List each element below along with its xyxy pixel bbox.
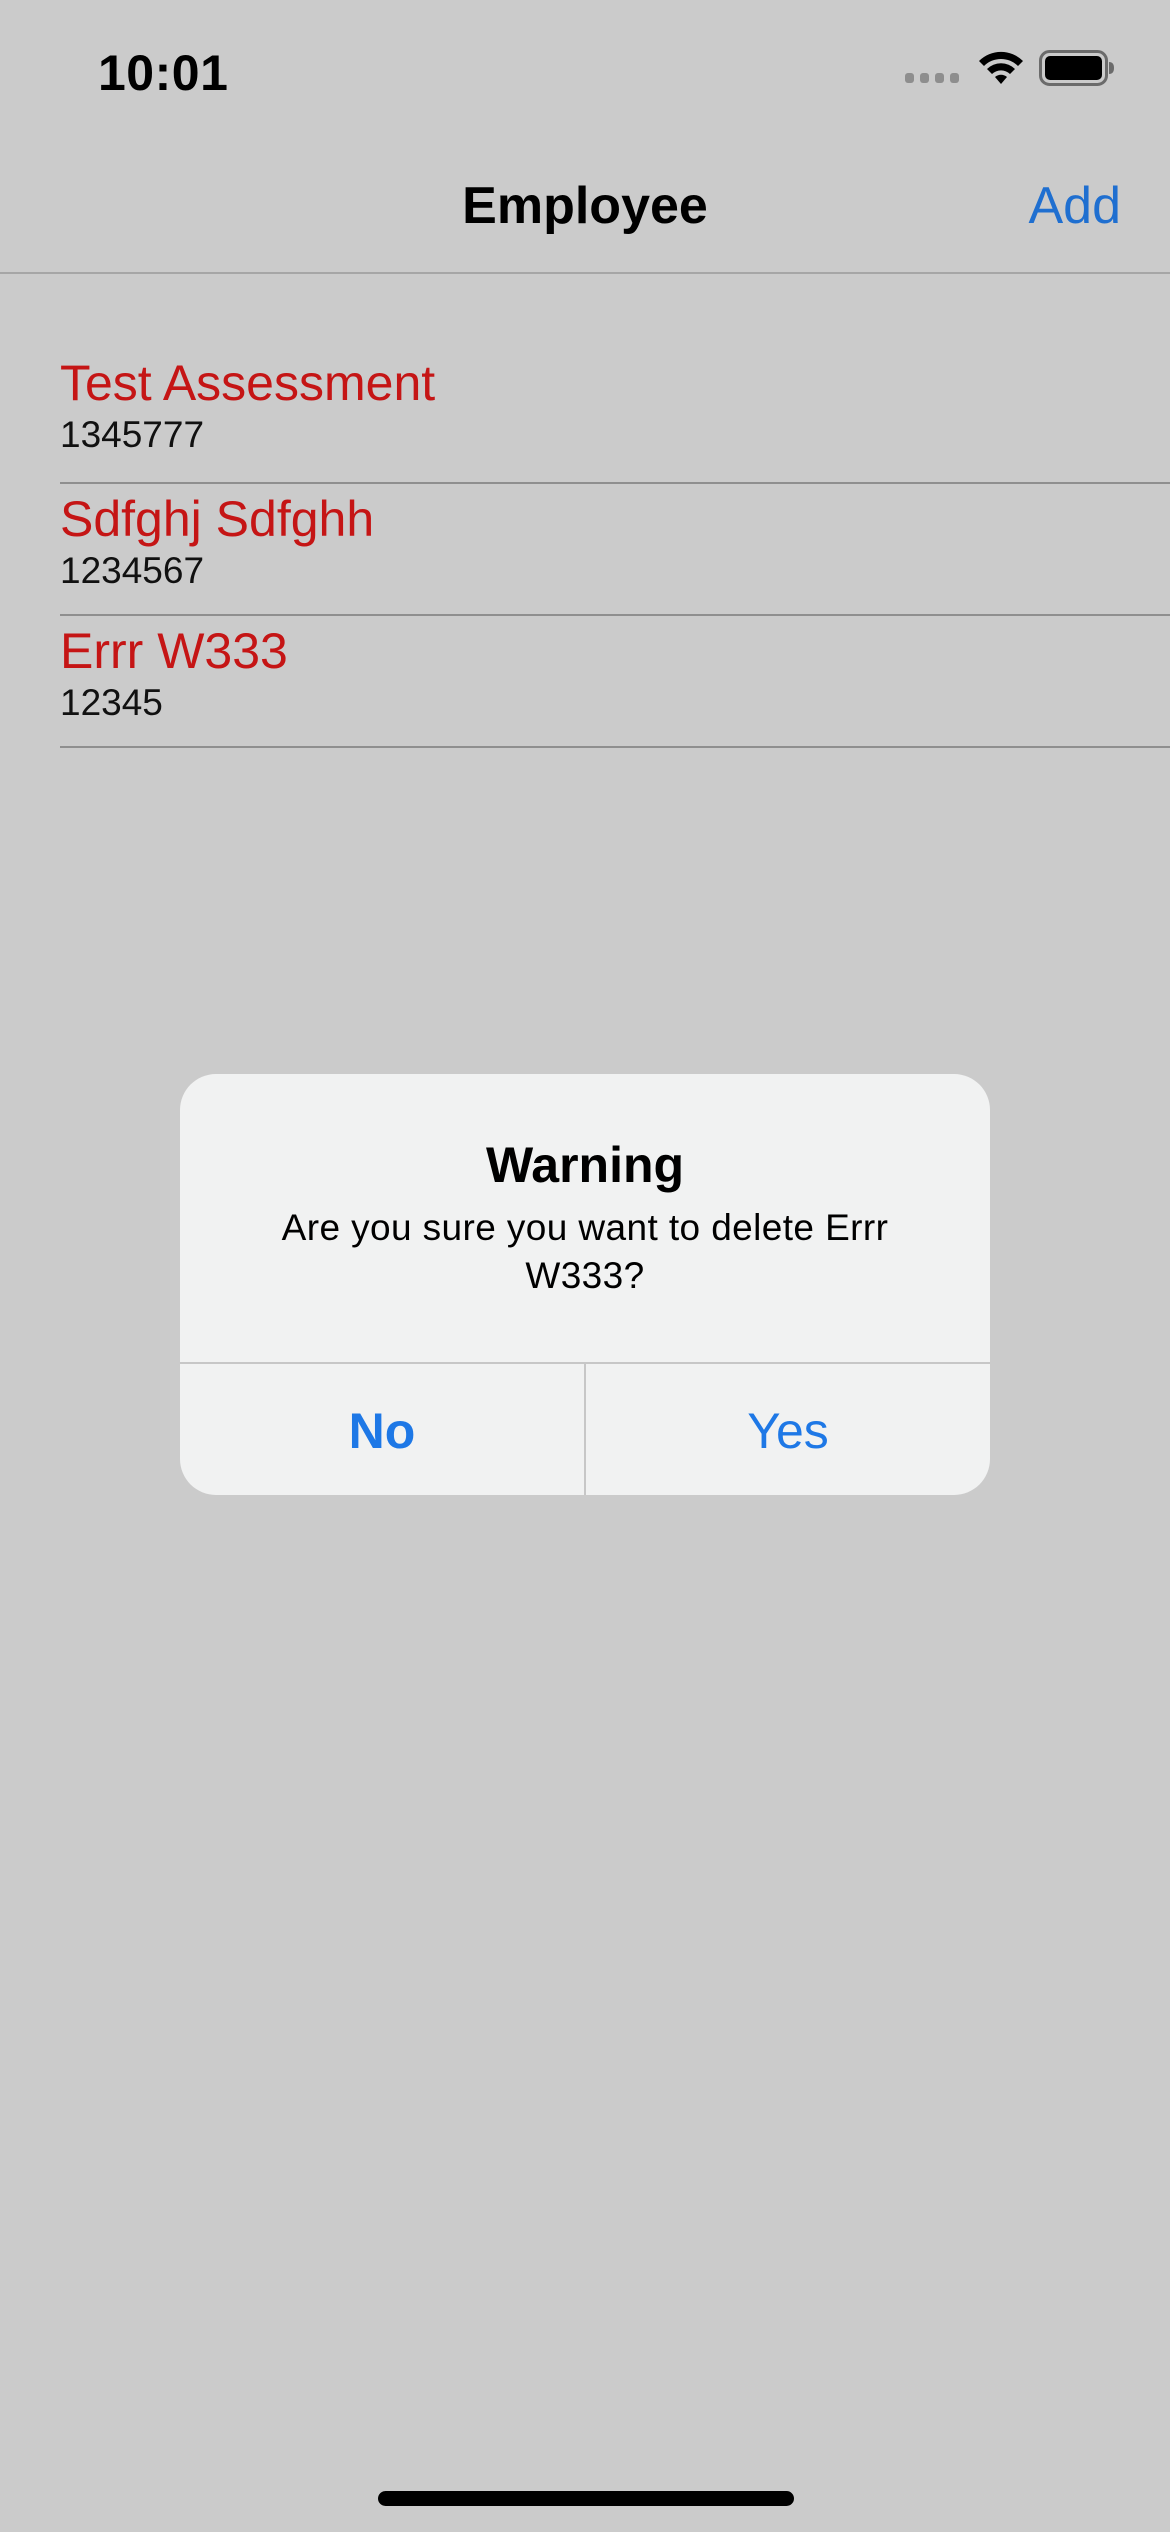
alert-message: Are you sure you want to delete Errr W33… <box>281 1207 889 1296</box>
yes-button[interactable]: Yes <box>586 1364 990 1495</box>
employee-name: Sdfghj Sdfghh <box>60 491 375 547</box>
status-time: 10:01 <box>98 45 229 101</box>
wifi-icon <box>979 51 1023 84</box>
employee-number: 12345 <box>60 682 163 723</box>
employee-list: Test Assessment 1345777 Sdfghj Sdfghh 12… <box>60 352 1170 748</box>
employee-number: 1234567 <box>60 550 205 591</box>
alert-buttons: No Yes <box>180 1362 990 1495</box>
employee-number: 1345777 <box>60 414 205 455</box>
add-button[interactable]: Add <box>1028 176 1121 236</box>
list-item[interactable]: Errr W333 12345 <box>60 616 1170 748</box>
status-bar: 10:01 <box>0 0 1170 140</box>
battery-icon <box>1039 50 1114 86</box>
no-button[interactable]: No <box>180 1364 586 1495</box>
cellular-signal-icon <box>905 53 959 83</box>
home-indicator[interactable] <box>378 2491 794 2506</box>
navigation-bar: Employee Add <box>0 140 1170 274</box>
list-item[interactable]: Sdfghj Sdfghh 1234567 <box>60 484 1170 616</box>
page-title: Employee <box>462 177 708 235</box>
alert-title: Warning <box>485 1137 685 1193</box>
status-icons <box>905 50 1115 86</box>
list-item[interactable]: Test Assessment 1345777 <box>60 352 1170 484</box>
delete-confirmation-alert: Warning Are you sure you want to delete … <box>180 1074 990 1495</box>
employee-name: Test Assessment <box>60 355 436 411</box>
employee-name: Errr W333 <box>60 623 288 679</box>
